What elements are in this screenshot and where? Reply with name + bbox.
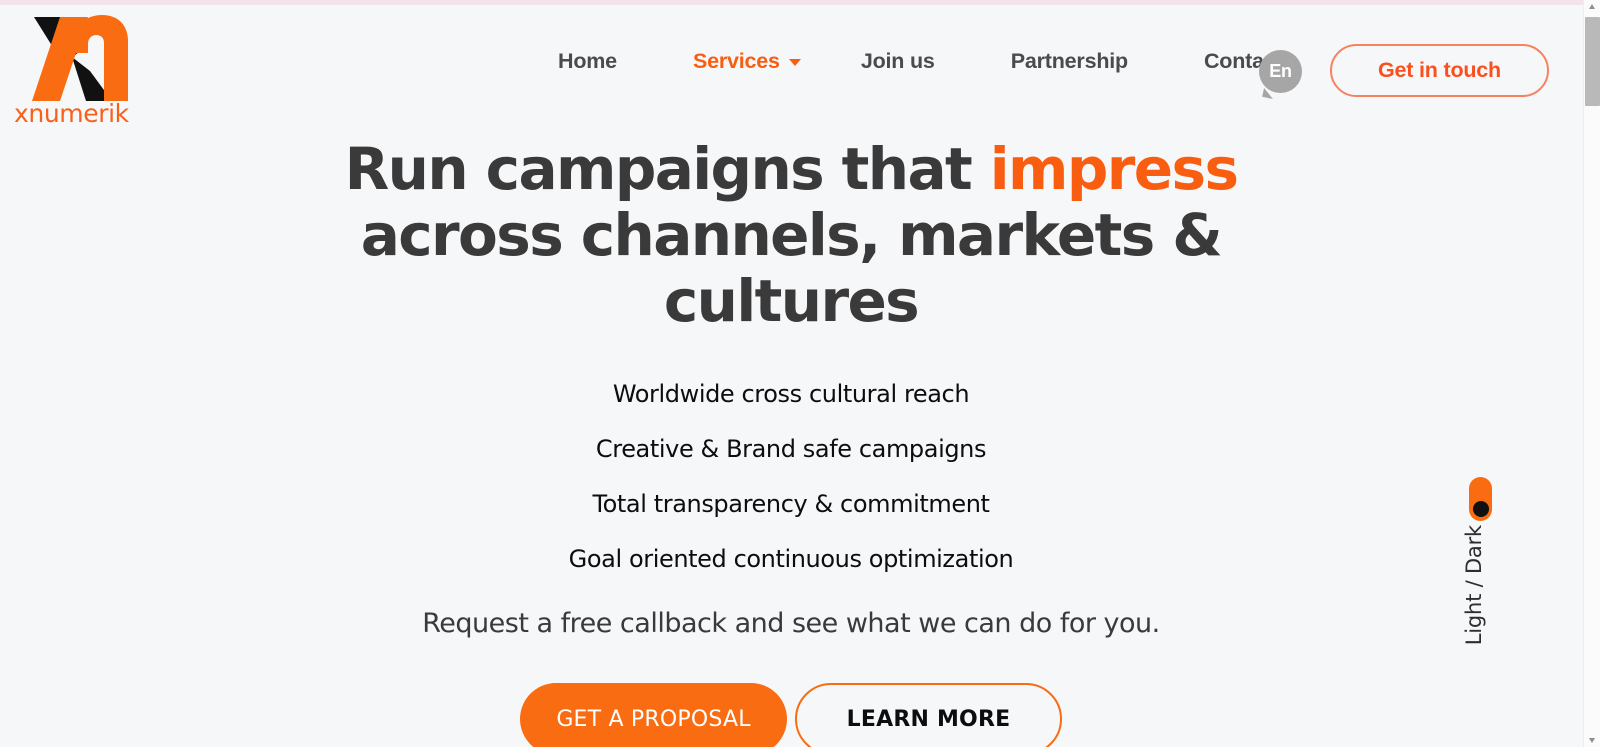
list-item: Worldwide cross cultural reach bbox=[612, 380, 970, 408]
get-in-touch-button[interactable]: Get in touch bbox=[1330, 44, 1549, 97]
chevron-down-icon bbox=[788, 59, 801, 66]
list-item: Creative & Brand safe campaigns bbox=[595, 435, 987, 463]
language-selector[interactable]: En bbox=[1259, 50, 1302, 100]
page-scrollbar[interactable] bbox=[1583, 0, 1600, 747]
feature-list: Worldwide cross cultural reach Creative … bbox=[291, 367, 1291, 587]
hero-actions: GET A PROPOSAL LEARN MORE bbox=[291, 683, 1291, 747]
logo-wordmark: xnumerik bbox=[14, 99, 129, 128]
scroll-up-arrow-icon[interactable] bbox=[1589, 4, 1595, 9]
scroll-down-arrow-icon[interactable] bbox=[1589, 738, 1595, 743]
nav-item-label: Partnership bbox=[1010, 49, 1128, 73]
light-dark-toggle[interactable] bbox=[1469, 477, 1492, 521]
headline-accent: impress bbox=[989, 135, 1239, 203]
browser-viewport: xnumerik Home Services Join us Partnersh… bbox=[0, 0, 1600, 747]
language-code: En bbox=[1269, 61, 1292, 81]
site-header: xnumerik Home Services Join us Partnersh… bbox=[0, 5, 1583, 136]
page-title: Run campaigns that impress across channe… bbox=[291, 136, 1291, 334]
hero-subtitle: Request a free callback and see what we … bbox=[422, 608, 1160, 639]
logo[interactable]: xnumerik bbox=[12, 13, 142, 133]
nav-item-home[interactable]: Home bbox=[520, 49, 655, 74]
nav-item-label: Services bbox=[692, 49, 780, 73]
xnumerik-logo-icon bbox=[32, 15, 128, 101]
toggle-track bbox=[1469, 477, 1492, 521]
scrollbar-thumb[interactable] bbox=[1585, 17, 1600, 106]
nav-item-label: Home bbox=[558, 49, 617, 73]
toggle-knob bbox=[1472, 501, 1489, 517]
learn-more-button[interactable]: LEARN MORE bbox=[795, 683, 1062, 747]
nav-item-join-us[interactable]: Join us bbox=[823, 49, 973, 74]
list-item: Total transparency & commitment bbox=[592, 490, 990, 518]
light-dark-label: Light / Dark bbox=[1462, 525, 1486, 646]
page-content: xnumerik Home Services Join us Partnersh… bbox=[0, 5, 1583, 747]
nav-item-label: Join us bbox=[860, 49, 935, 73]
main-navigation: Home Services Join us Partnership Contac… bbox=[520, 49, 1321, 74]
headline-part-2: across channels, markets & cultures bbox=[360, 201, 1223, 335]
nav-item-partnership[interactable]: Partnership bbox=[973, 49, 1166, 74]
nav-item-services[interactable]: Services bbox=[655, 49, 823, 74]
get-a-proposal-button[interactable]: GET A PROPOSAL bbox=[520, 683, 787, 747]
headline-part-1: Run campaigns that bbox=[344, 135, 990, 203]
list-item: Goal oriented continuous optimization bbox=[568, 545, 1014, 573]
